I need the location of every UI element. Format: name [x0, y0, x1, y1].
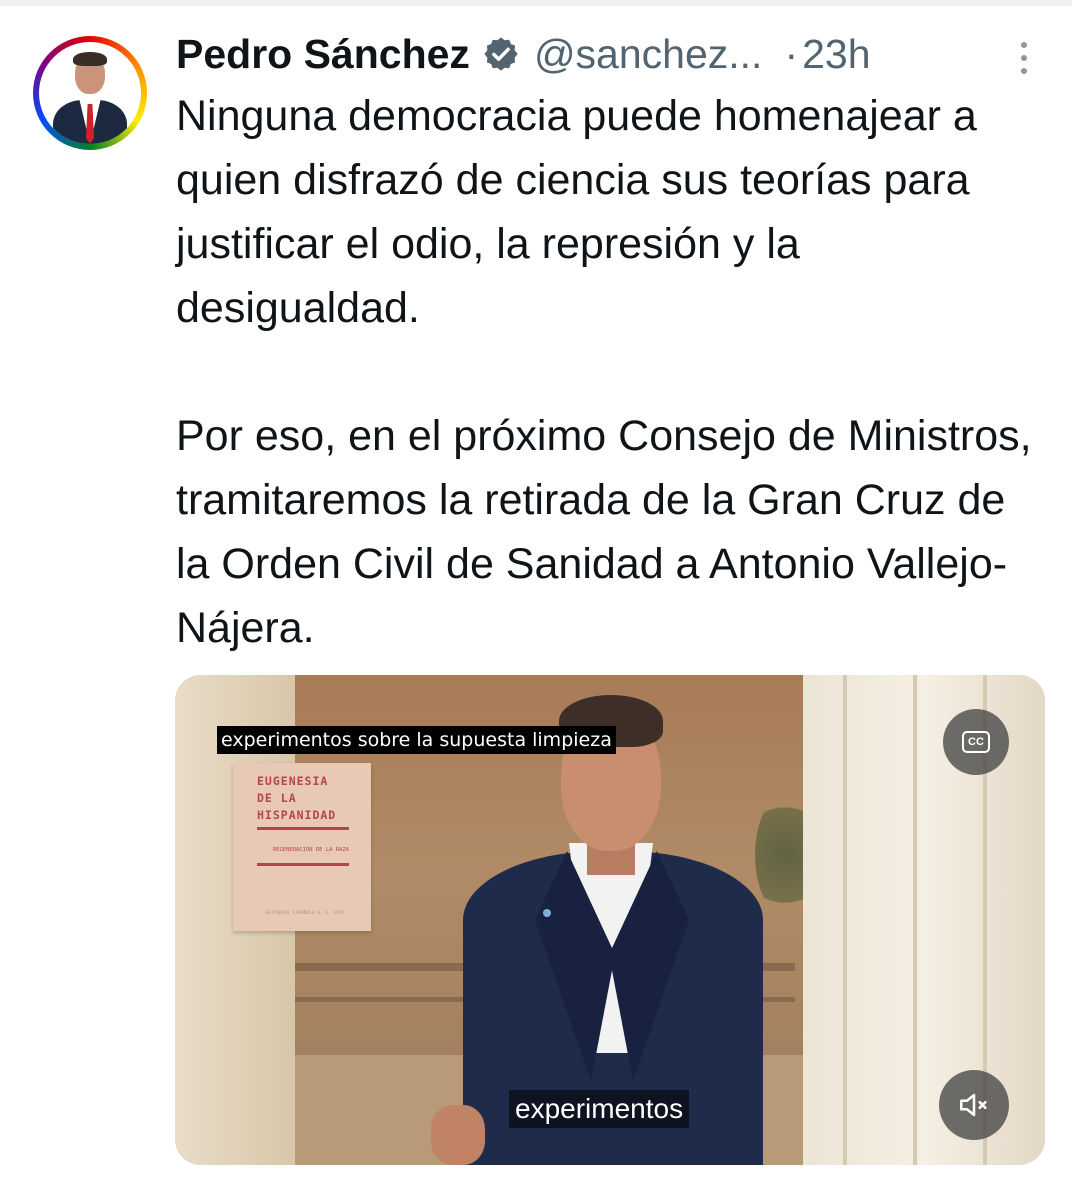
unmute-button[interactable] — [939, 1070, 1009, 1140]
avatar[interactable] — [33, 36, 147, 150]
more-options-icon[interactable] — [1014, 38, 1034, 78]
tweet-text: Ninguna democracia puede homenajear a qu… — [176, 84, 1046, 660]
cc-icon: CC — [962, 731, 990, 753]
book-cover: EUGENESIA DE LA HISPANIDAD REGENERACIÓN … — [233, 763, 371, 931]
top-divider — [0, 0, 1072, 6]
verified-badge-icon — [482, 35, 520, 73]
tweet-paragraph: Por eso, en el próximo Consejo de Minist… — [176, 412, 1032, 652]
author-handle[interactable]: @sanchez... — [534, 31, 763, 78]
author-name[interactable]: Pedro Sánchez — [176, 31, 470, 78]
video-player[interactable]: EUGENESIA DE LA HISPANIDAD REGENERACIÓN … — [175, 675, 1045, 1165]
caption-bottom: experimentos — [509, 1090, 690, 1128]
avatar-photo — [39, 42, 141, 144]
book-footer: EDITORIAL ESPAÑOLA S. A. 1937 — [265, 911, 345, 916]
closed-captions-button[interactable]: CC — [943, 709, 1009, 775]
timestamp[interactable]: 23h — [802, 31, 870, 78]
door — [803, 675, 1045, 1165]
speaker-muted-icon — [959, 1093, 987, 1117]
tweet-paragraph: Ninguna democracia puede homenajear a qu… — [176, 92, 977, 332]
book-title: EUGENESIA DE LA HISPANIDAD — [257, 774, 337, 822]
book-subtitle: REGENERACIÓN DE LA RAZA — [272, 847, 349, 853]
separator-dot: · — [784, 30, 799, 77]
caption-top: experimentos sobre la supuesta limpieza — [217, 726, 616, 754]
tweet-header: Pedro Sánchez @sanchez... · 23h — [176, 28, 1046, 80]
